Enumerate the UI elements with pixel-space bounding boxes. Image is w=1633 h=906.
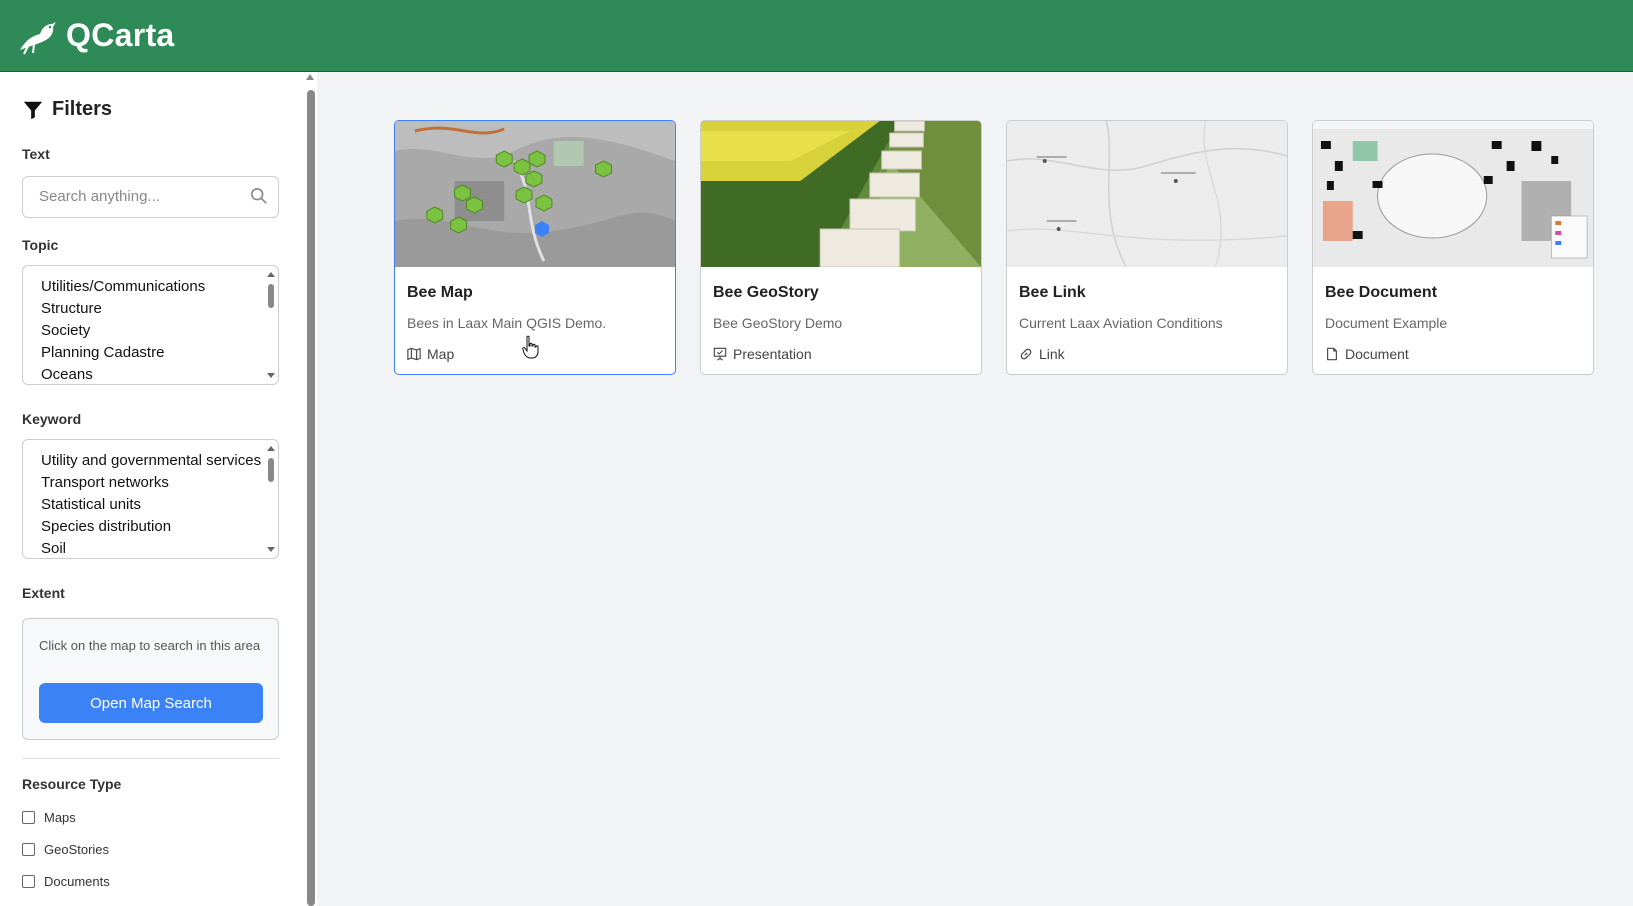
bee-geostory-thumbnail[interactable] xyxy=(701,121,981,267)
filters-heading: Filters xyxy=(22,98,112,121)
card-description: Bees in Laax Main QGIS Demo. xyxy=(407,315,607,331)
cadastral-map-image xyxy=(1313,121,1593,267)
card-title[interactable]: Bee Map xyxy=(407,284,473,302)
bee-link-thumbnail[interactable] xyxy=(1007,121,1287,267)
geostories-checkbox[interactable] xyxy=(22,843,35,856)
resource-card-bee-document[interactable]: Bee Document Document Example Document xyxy=(1312,120,1594,375)
resource-card-bee-link[interactable]: Bee Link Current Laax Aviation Condition… xyxy=(1006,120,1288,375)
hand-cursor-icon xyxy=(522,335,539,359)
extent-hint: Click on the map to search in this area xyxy=(39,638,261,653)
sidebar-scrollbar[interactable] xyxy=(305,72,317,906)
keyword-option[interactable]: Statistical units xyxy=(41,494,263,516)
keyword-option[interactable]: Species distribution xyxy=(41,516,263,538)
topic-filter-label: Topic xyxy=(22,237,59,253)
card-type: Map xyxy=(407,346,454,362)
document-icon xyxy=(1327,347,1337,361)
scroll-down-arrow-icon[interactable] xyxy=(267,547,275,552)
filters-sidebar: Filters Text Topic Utilities/Communicati… xyxy=(0,72,305,906)
keyword-option[interactable]: Soil xyxy=(41,538,263,558)
card-title[interactable]: Bee GeoStory xyxy=(713,284,819,302)
topic-option[interactable]: Oceans xyxy=(41,364,263,384)
resource-type-maps[interactable]: Maps xyxy=(22,810,76,825)
filters-title: Filters xyxy=(52,98,113,120)
presentation-icon xyxy=(713,347,727,361)
topic-option[interactable]: Planning Cadastre xyxy=(41,342,263,364)
search-icon[interactable] xyxy=(250,187,268,205)
card-type-label: Link xyxy=(1039,346,1065,362)
beehives-photo xyxy=(701,121,981,267)
topic-scrollbar[interactable] xyxy=(266,270,276,380)
map-thumbnail-image xyxy=(395,121,675,267)
scroll-thumb[interactable] xyxy=(268,458,274,482)
topic-option[interactable]: Structure xyxy=(41,298,263,320)
app-logo[interactable]: QCarta xyxy=(16,16,175,56)
checkbox-label: Documents xyxy=(44,874,110,889)
maps-checkbox[interactable] xyxy=(22,811,35,824)
scroll-up-arrow-icon[interactable] xyxy=(267,272,275,277)
map-icon xyxy=(407,347,421,361)
card-description: Current Laax Aviation Conditions xyxy=(1019,315,1223,331)
bee-map-thumbnail[interactable] xyxy=(395,121,675,267)
card-type: Presentation xyxy=(713,346,812,362)
keyword-option[interactable]: Utility and governmental services xyxy=(41,450,263,472)
resource-type-label: Resource Type xyxy=(22,776,122,792)
bee-document-thumbnail[interactable] xyxy=(1313,121,1593,267)
scroll-up-arrow-icon[interactable] xyxy=(267,446,275,451)
card-type-label: Map xyxy=(427,346,455,362)
resource-card-bee-geostory[interactable]: Bee GeoStory Bee GeoStory Demo Presentat… xyxy=(700,120,982,375)
scroll-thumb[interactable] xyxy=(307,90,315,906)
keyword-listbox[interactable]: Utility and governmental services Transp… xyxy=(22,439,279,559)
resource-type-geostories[interactable]: GeoStories xyxy=(22,842,109,857)
top-navbar: QCarta xyxy=(0,0,1633,72)
card-type: Document xyxy=(1325,346,1409,362)
scroll-up-arrow-icon[interactable] xyxy=(306,74,314,80)
keyword-filter-label: Keyword xyxy=(22,411,82,427)
app-title: QCarta xyxy=(66,17,175,53)
card-title[interactable]: Bee Document xyxy=(1325,284,1437,302)
topic-listbox[interactable]: Utilities/Communications Structure Socie… xyxy=(22,265,279,385)
checkbox-label: GeoStories xyxy=(44,842,110,857)
extent-filter-label: Extent xyxy=(22,585,65,601)
aviation-map-image xyxy=(1007,121,1287,267)
filter-icon xyxy=(23,101,43,119)
search-input[interactable] xyxy=(39,177,239,215)
card-title[interactable]: Bee Link xyxy=(1019,284,1086,302)
topic-option[interactable]: Society xyxy=(41,320,263,342)
scroll-down-arrow-icon[interactable] xyxy=(267,373,275,378)
card-type-label: Presentation xyxy=(733,346,812,362)
scroll-thumb[interactable] xyxy=(268,284,274,308)
card-description: Document Example xyxy=(1325,315,1448,331)
documents-checkbox[interactable] xyxy=(22,875,35,888)
extent-panel: Click on the map to search in this area … xyxy=(22,618,279,740)
card-type-label: Document xyxy=(1345,346,1409,362)
checkbox-label: Maps xyxy=(44,810,76,825)
bird-logo-icon xyxy=(20,21,56,54)
search-field[interactable] xyxy=(22,176,279,218)
topic-option[interactable]: Utilities/Communications xyxy=(41,276,263,298)
resource-type-documents[interactable]: Documents xyxy=(22,874,110,889)
link-icon xyxy=(1020,348,1032,360)
keyword-scrollbar[interactable] xyxy=(266,444,276,554)
text-filter-label: Text xyxy=(22,146,50,162)
open-map-search-button[interactable]: Open Map Search xyxy=(39,683,263,723)
card-description: Bee GeoStory Demo xyxy=(713,315,843,331)
card-type: Link xyxy=(1019,346,1065,362)
keyword-option[interactable]: Transport networks xyxy=(41,472,263,494)
section-divider xyxy=(22,758,279,759)
